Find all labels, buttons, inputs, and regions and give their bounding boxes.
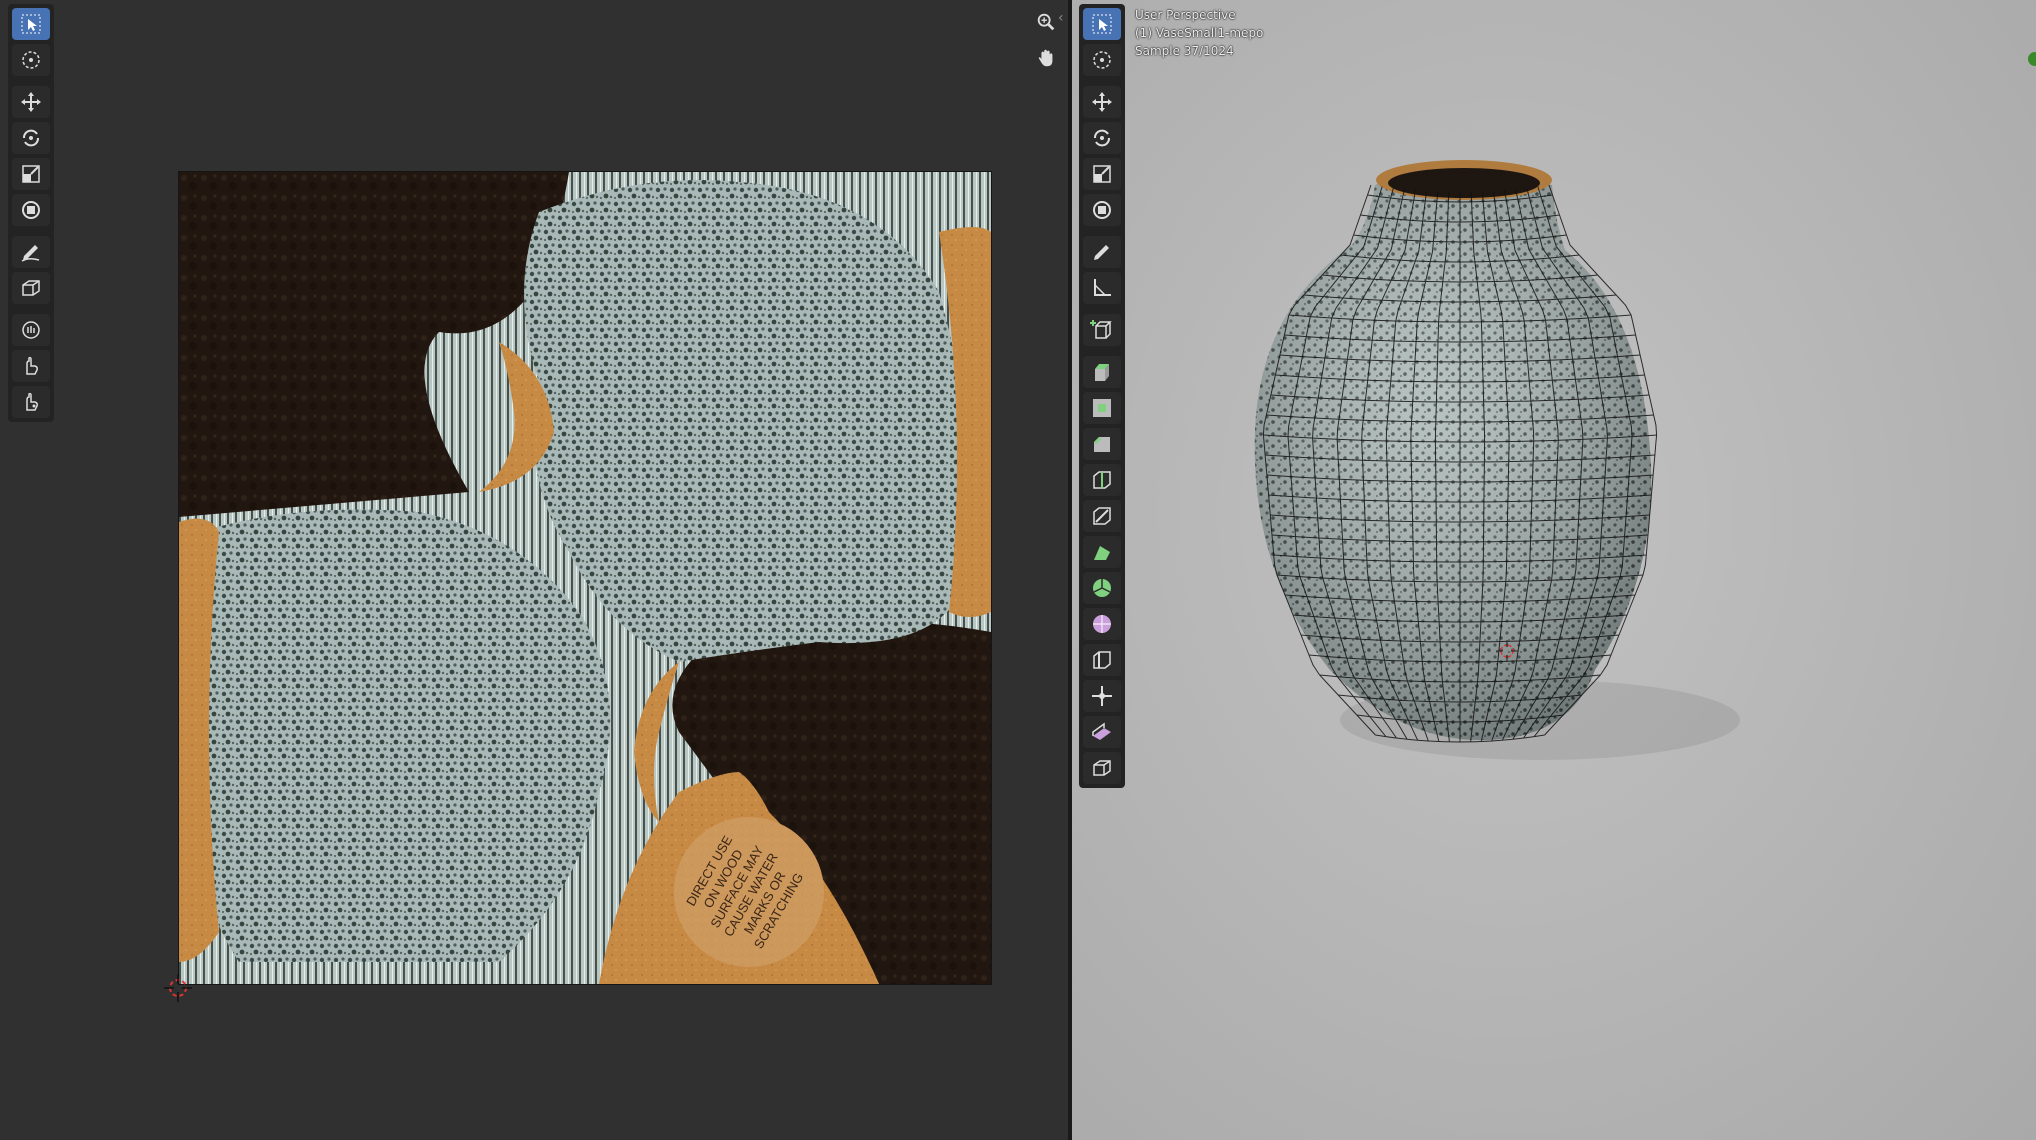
bevel-icon [1094, 437, 1110, 452]
pan-button[interactable] [1030, 44, 1062, 72]
scale-icon [22, 165, 40, 183]
measure-icon [1094, 279, 1111, 296]
view-name: User Perspective [1135, 8, 1236, 22]
transform-icon [22, 201, 40, 219]
vp-scale-tool[interactable] [1083, 158, 1121, 190]
vp-shrink-fatten-tool[interactable] [1083, 680, 1121, 712]
rip-region-tool[interactable] [12, 272, 50, 304]
rotate-tool[interactable] [12, 122, 50, 154]
move-icon [21, 92, 41, 112]
cursor-icon [22, 51, 40, 69]
pinch-tool[interactable] [12, 386, 50, 418]
shear-icon [1092, 722, 1111, 740]
uv-toolbar [8, 4, 54, 422]
uv-texture-image[interactable]: DIRECT USE ON WOOD SURFACE MAY CAUSE WAT… [178, 171, 992, 985]
annotate-icon [1094, 245, 1109, 260]
shrink-fatten-icon [1092, 686, 1112, 706]
add-cube-icon [1090, 320, 1112, 339]
transform-tool[interactable] [12, 194, 50, 226]
pan-hand-icon [1038, 49, 1053, 67]
annotate-icon [21, 245, 40, 262]
sidebar-toggle-icon[interactable]: ‹ [1058, 10, 1064, 26]
grab-hand-icon [22, 321, 40, 339]
grab-tool[interactable] [12, 314, 50, 346]
scale-tool[interactable] [12, 158, 50, 190]
vp-measure-tool[interactable] [1083, 272, 1121, 304]
relax-finger-icon [26, 356, 38, 375]
knife-icon [1093, 507, 1111, 525]
extrude-icon [1095, 364, 1109, 381]
vp-knife-tool[interactable] [1083, 500, 1121, 532]
vp-extrude-tool[interactable] [1083, 356, 1121, 388]
vp-move-tool[interactable] [1083, 86, 1121, 118]
vp-smooth-tool[interactable] [1083, 608, 1121, 640]
move-icon [1092, 92, 1112, 112]
vp-spin-tool[interactable] [1083, 572, 1121, 604]
inset-icon [1093, 399, 1111, 417]
rotate-icon [23, 129, 39, 147]
rip-region-icon [22, 280, 40, 296]
scale-icon [1093, 165, 1111, 183]
vp-edge-slide-tool[interactable] [1083, 644, 1121, 676]
cursor-icon [1093, 51, 1111, 69]
vp-poly-build-tool[interactable] [1083, 536, 1121, 568]
zoom-icon [1037, 13, 1055, 31]
rip-region-icon [1093, 760, 1111, 776]
status-dot [2028, 52, 2036, 66]
vp-add-cube-tool[interactable] [1083, 314, 1121, 346]
vp-bevel-tool[interactable] [1083, 428, 1121, 460]
vp-cursor-tool[interactable] [1083, 44, 1121, 76]
vp-transform-tool[interactable] [1083, 194, 1121, 226]
vp-annotate-tool[interactable] [1083, 236, 1121, 268]
pinch-finger-icon [26, 392, 38, 411]
rotate-icon [1094, 129, 1110, 147]
viewport-toolbar [1079, 4, 1125, 788]
vp-rotate-tool[interactable] [1083, 122, 1121, 154]
poly-build-icon [1094, 546, 1110, 560]
viewport-info-overlay: User Perspective (1) VaseSmall1-mepo Sam… [1135, 6, 1263, 60]
loop-cut-icon [1093, 471, 1111, 489]
vase-mesh[interactable] [1240, 150, 1760, 770]
uv-editor-area[interactable]: ‹ DIRECT USE ON WOOD SURFACE MAY CAUSE W… [0, 0, 1068, 1140]
smooth-icon [1093, 615, 1111, 633]
render-samples: Sample 37/1024 [1135, 44, 1234, 58]
select-box-icon [1092, 14, 1112, 34]
select-box-tool[interactable] [12, 8, 50, 40]
vp-loop-cut-tool[interactable] [1083, 464, 1121, 496]
vp-shear-tool[interactable] [1083, 716, 1121, 748]
3d-cursor-icon[interactable] [1494, 638, 1520, 664]
2d-cursor-icon[interactable] [162, 972, 194, 1004]
move-tool[interactable] [12, 86, 50, 118]
vp-inset-tool[interactable] [1083, 392, 1121, 424]
transform-icon [1093, 201, 1111, 219]
vp-select-box-tool[interactable] [1083, 8, 1121, 40]
cursor-tool[interactable] [12, 44, 50, 76]
select-box-icon [21, 14, 41, 34]
spin-icon [1093, 579, 1111, 597]
vp-rip-region-tool[interactable] [1083, 752, 1121, 784]
relax-tool[interactable] [12, 350, 50, 382]
edge-slide-icon [1093, 651, 1111, 669]
annotate-tool[interactable] [12, 236, 50, 268]
object-name: (1) VaseSmall1-mepo [1135, 26, 1264, 40]
